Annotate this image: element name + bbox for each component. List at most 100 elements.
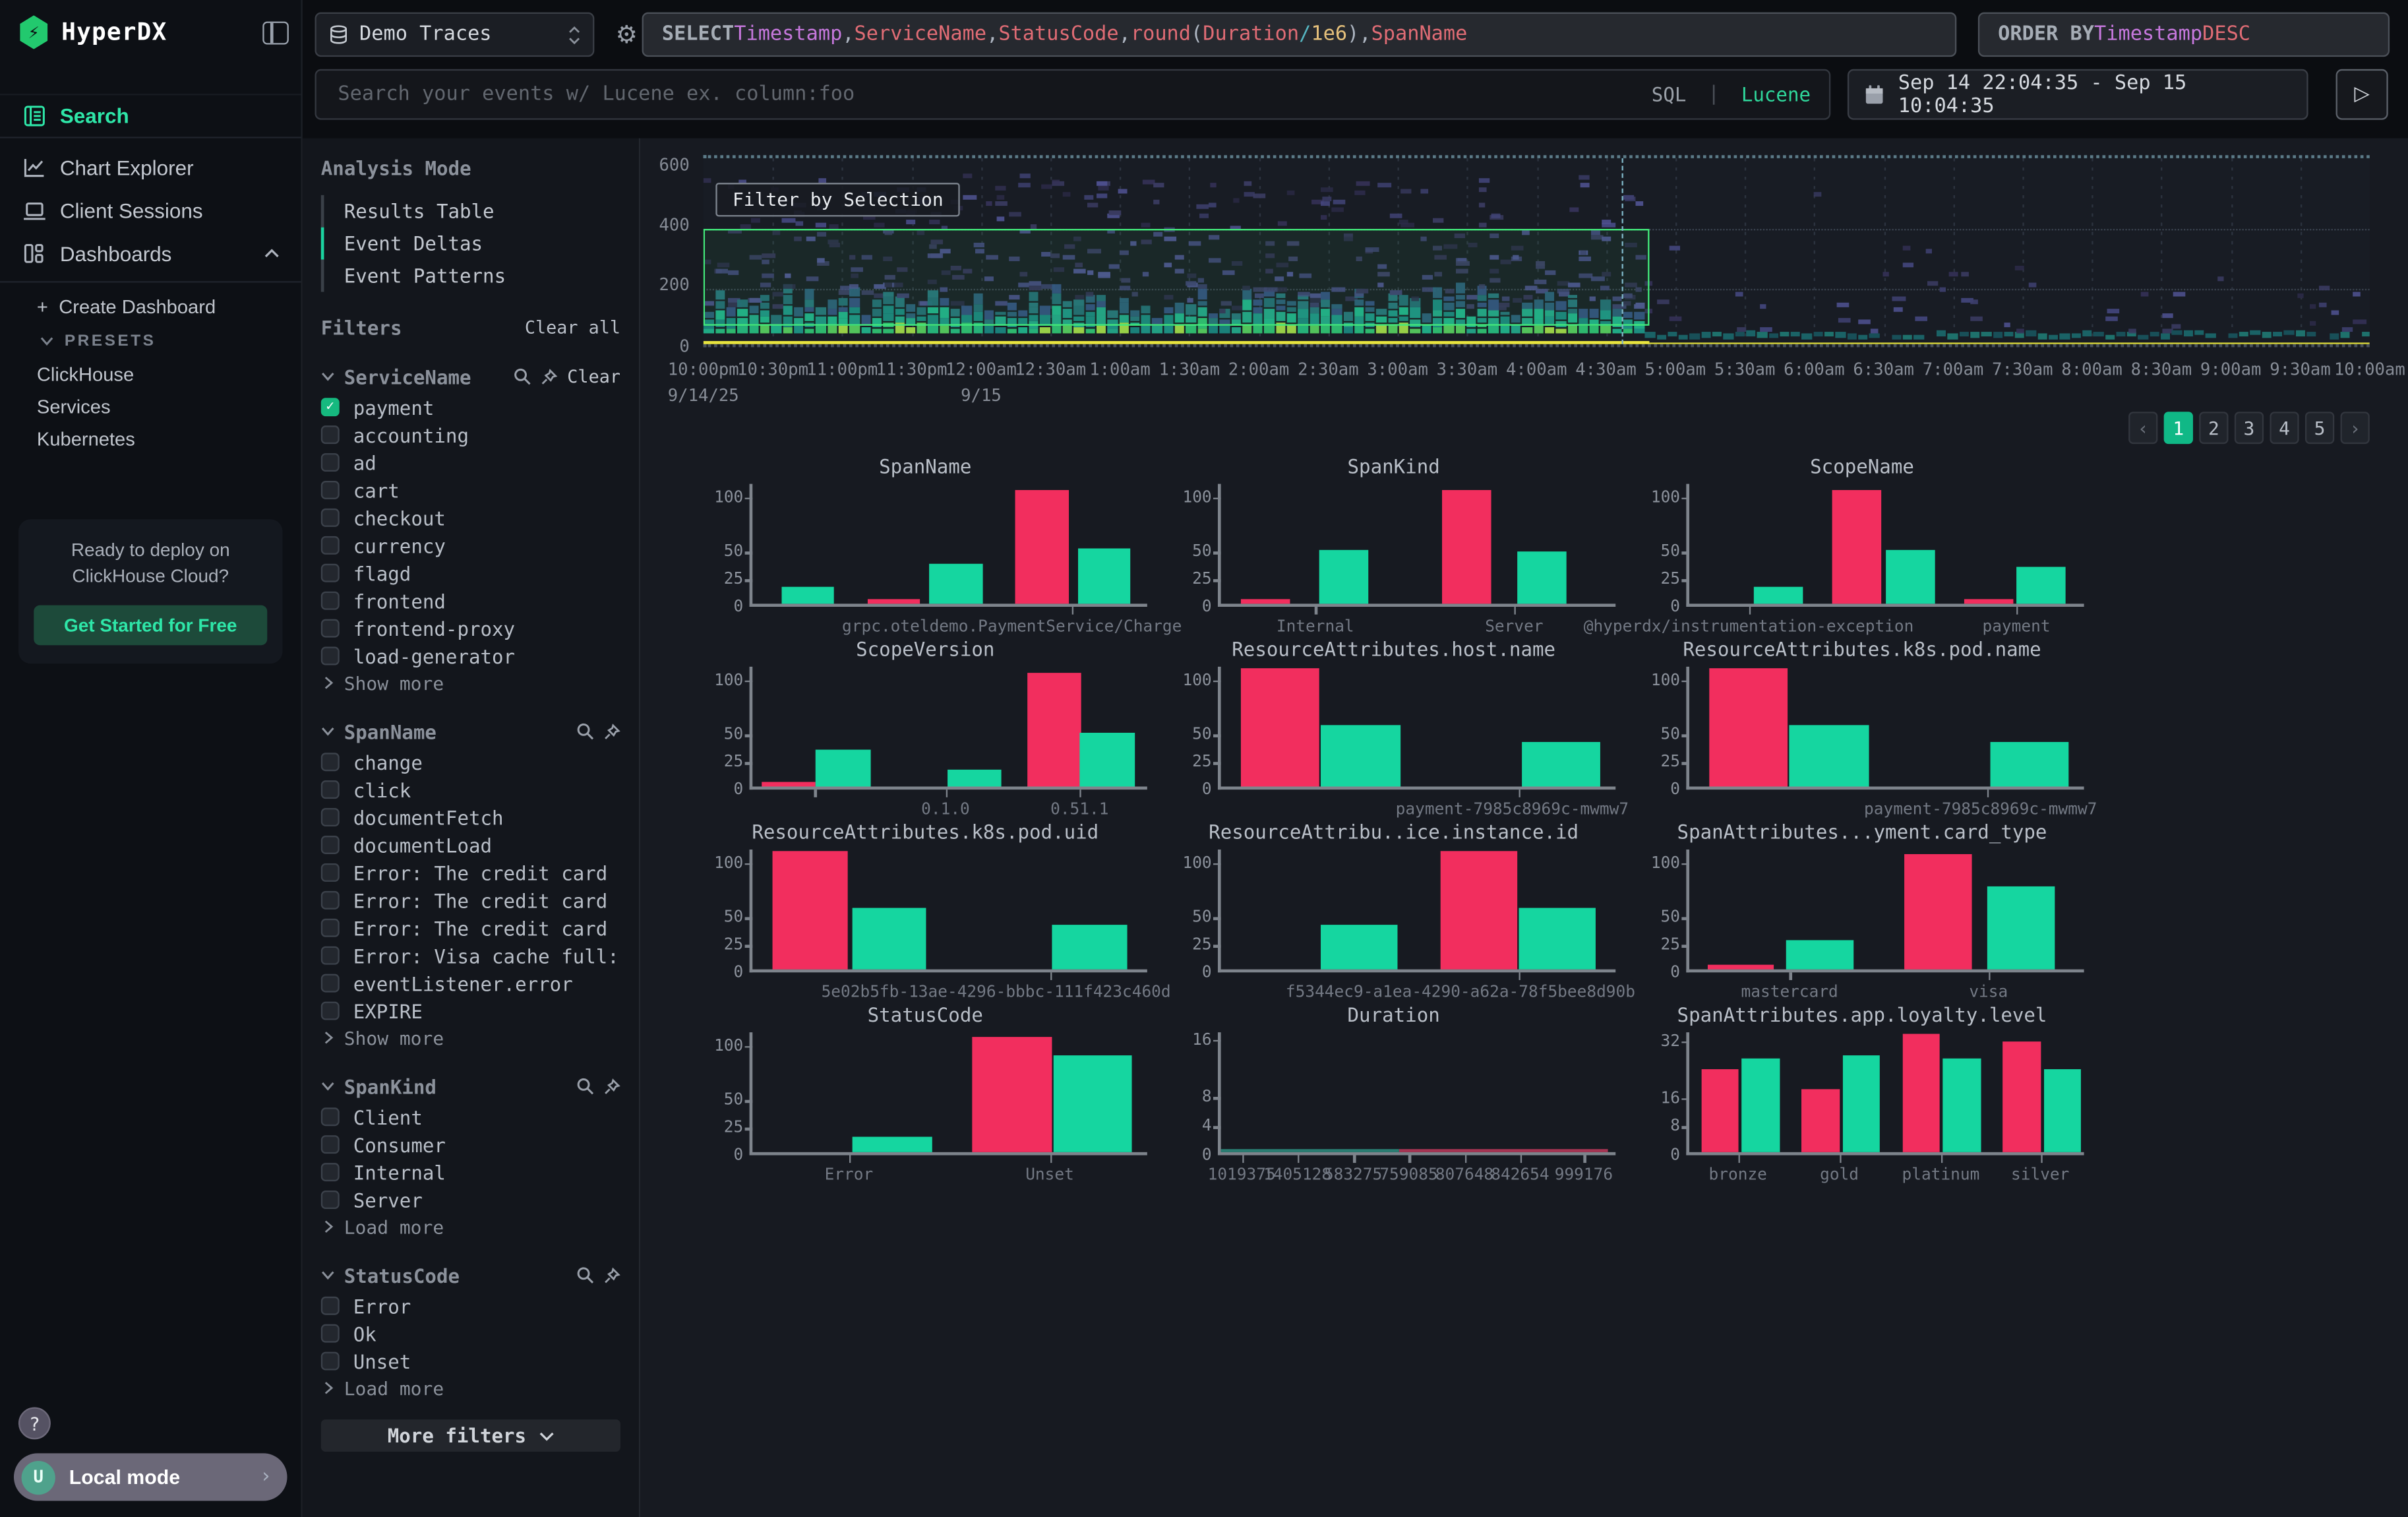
checkbox-unchecked[interactable] — [321, 481, 340, 499]
checkbox-unchecked[interactable] — [321, 1352, 340, 1371]
search-icon[interactable] — [576, 722, 594, 741]
filter-checkbox-item[interactable]: checkout — [321, 504, 620, 532]
pin-icon[interactable] — [603, 723, 620, 740]
checkbox-unchecked[interactable] — [321, 592, 340, 610]
filter-checkbox-item[interactable]: load-generator — [321, 642, 620, 670]
search-icon[interactable] — [514, 367, 532, 386]
filter-checkbox-item[interactable]: Server — [321, 1186, 620, 1214]
page-button-5[interactable]: 5 — [2305, 412, 2334, 444]
analysis-mode-event-deltas[interactable]: Event Deltas — [321, 228, 620, 260]
checkbox-unchecked[interactable] — [321, 536, 340, 555]
show-more-button[interactable]: Show more — [321, 669, 620, 696]
filter-checkbox-item[interactable]: documentFetch — [321, 803, 620, 831]
page-button-4[interactable]: 4 — [2270, 412, 2299, 444]
filter-checkbox-item[interactable]: ad — [321, 449, 620, 476]
page-next-button[interactable]: › — [2341, 412, 2370, 444]
checkbox-unchecked[interactable] — [321, 919, 340, 937]
chevron-up-icon[interactable] — [264, 249, 280, 258]
pin-icon[interactable] — [603, 1266, 620, 1284]
get-started-button[interactable]: Get Started for Free — [34, 605, 267, 646]
checkbox-unchecked[interactable] — [321, 453, 340, 472]
filter-group-header-statuscode[interactable]: StatusCode — [321, 1258, 620, 1292]
filter-checkbox-item[interactable]: Error: Visa cache full: … — [321, 942, 620, 970]
analysis-mode-results-table[interactable]: Results Table — [321, 195, 620, 228]
sidebar-item-search[interactable]: Search — [0, 94, 301, 139]
run-query-button[interactable]: ▷ — [2336, 69, 2388, 120]
sidebar-item-chart-explorer[interactable]: Chart Explorer — [0, 146, 301, 189]
analysis-mode-event-patterns[interactable]: Event Patterns — [321, 260, 620, 292]
filter-checkbox-item[interactable]: EXPIRE — [321, 997, 620, 1025]
checkbox-unchecked[interactable] — [321, 425, 340, 444]
time-range-picker[interactable]: Sep 14 22:04:35 - Sep 15 10:04:35 — [1848, 69, 2308, 120]
checkbox-unchecked[interactable] — [321, 1324, 340, 1343]
filter-checkbox-item[interactable]: accounting — [321, 421, 620, 449]
page-prev-button[interactable]: ‹ — [2128, 412, 2157, 444]
show-more-button[interactable]: Load more — [321, 1375, 620, 1402]
sql-mode-toggle[interactable]: SQL — [1652, 83, 1687, 106]
filter-by-selection-button[interactable]: Filter by Selection — [715, 183, 960, 216]
checkbox-unchecked[interactable] — [321, 1002, 340, 1020]
source-select[interactable]: Demo Traces — [315, 13, 594, 57]
search-input[interactable] — [335, 81, 1639, 108]
more-filters-button[interactable]: More filters — [321, 1419, 620, 1452]
checkbox-unchecked[interactable] — [321, 946, 340, 965]
checkbox-unchecked[interactable] — [321, 619, 340, 638]
clear-all-button[interactable]: Clear all — [525, 317, 620, 338]
filter-checkbox-item[interactable]: documentLoad — [321, 831, 620, 859]
pin-icon[interactable] — [541, 368, 558, 385]
help-button[interactable]: ? — [18, 1407, 51, 1439]
lucene-mode-toggle[interactable]: Lucene — [1741, 83, 1811, 106]
preset-link-clickhouse[interactable]: ClickHouse — [0, 358, 301, 390]
checkbox-unchecked[interactable] — [321, 808, 340, 826]
checkbox-unchecked[interactable] — [321, 1191, 340, 1209]
filter-checkbox-item[interactable]: Error: The credit card (… — [321, 886, 620, 914]
page-button-2[interactable]: 2 — [2199, 412, 2228, 444]
checkbox-unchecked[interactable] — [321, 891, 340, 910]
checkbox-unchecked[interactable] — [321, 647, 340, 666]
filter-group-header-spanname[interactable]: SpanName — [321, 714, 620, 748]
filter-checkbox-item[interactable]: Error: The credit card (… — [321, 914, 620, 942]
checkbox-unchecked[interactable] — [321, 836, 340, 854]
presets-toggle[interactable]: PRESETS — [0, 326, 301, 357]
collapse-sidebar-icon[interactable] — [262, 20, 289, 44]
filter-checkbox-item[interactable]: Error — [321, 1292, 620, 1320]
checkbox-unchecked[interactable] — [321, 753, 340, 771]
selection-rectangle[interactable] — [704, 228, 1650, 326]
page-button-3[interactable]: 3 — [2235, 412, 2264, 444]
filter-checkbox-item[interactable]: frontend — [321, 587, 620, 615]
filter-checkbox-item[interactable]: flagd — [321, 559, 620, 587]
user-menu[interactable]: U Local mode › — [14, 1453, 287, 1501]
filter-checkbox-item[interactable]: Internal — [321, 1158, 620, 1186]
show-more-button[interactable]: Load more — [321, 1214, 620, 1240]
sidebar-item-client-sessions[interactable]: Client Sessions — [0, 189, 301, 232]
checkbox-unchecked[interactable] — [321, 564, 340, 582]
show-more-button[interactable]: Show more — [321, 1025, 620, 1051]
filter-checkbox-item[interactable]: Unset — [321, 1347, 620, 1375]
filter-checkbox-item[interactable]: currency — [321, 532, 620, 559]
events-heatmap[interactable]: Filter by Selection — [704, 155, 2370, 347]
filter-checkbox-item[interactable]: Consumer — [321, 1130, 620, 1158]
filter-checkbox-item[interactable]: change — [321, 748, 620, 776]
pin-icon[interactable] — [603, 1078, 620, 1095]
checkbox-unchecked[interactable] — [321, 509, 340, 527]
filter-checkbox-item[interactable]: click — [321, 776, 620, 803]
sidebar-item-dashboards[interactable]: Dashboards — [0, 232, 301, 275]
gear-icon[interactable]: ⚙ — [607, 14, 647, 54]
order-by-input[interactable]: ORDER BY Timestamp DESC — [1978, 13, 2390, 57]
checkbox-unchecked[interactable] — [321, 863, 340, 882]
create-dashboard-button[interactable]: + Create Dashboard — [0, 290, 301, 324]
filter-checkbox-item[interactable]: Client — [321, 1103, 620, 1130]
filter-checkbox-item[interactable]: eventListener.error — [321, 970, 620, 997]
preset-link-kubernetes[interactable]: Kubernetes — [0, 423, 301, 455]
checkbox-unchecked[interactable] — [321, 780, 340, 799]
page-button-1[interactable]: 1 — [2164, 412, 2193, 444]
clear-filter-button[interactable]: Clear — [567, 365, 620, 387]
checkbox-unchecked[interactable] — [321, 1135, 340, 1154]
filter-checkbox-item[interactable]: ✓payment — [321, 393, 620, 421]
checkbox-checked[interactable]: ✓ — [321, 398, 340, 416]
checkbox-unchecked[interactable] — [321, 1163, 340, 1181]
checkbox-unchecked[interactable] — [321, 974, 340, 993]
search-icon[interactable] — [576, 1266, 594, 1284]
filter-checkbox-item[interactable]: Ok — [321, 1320, 620, 1347]
filter-group-header-spankind[interactable]: SpanKind — [321, 1069, 620, 1103]
